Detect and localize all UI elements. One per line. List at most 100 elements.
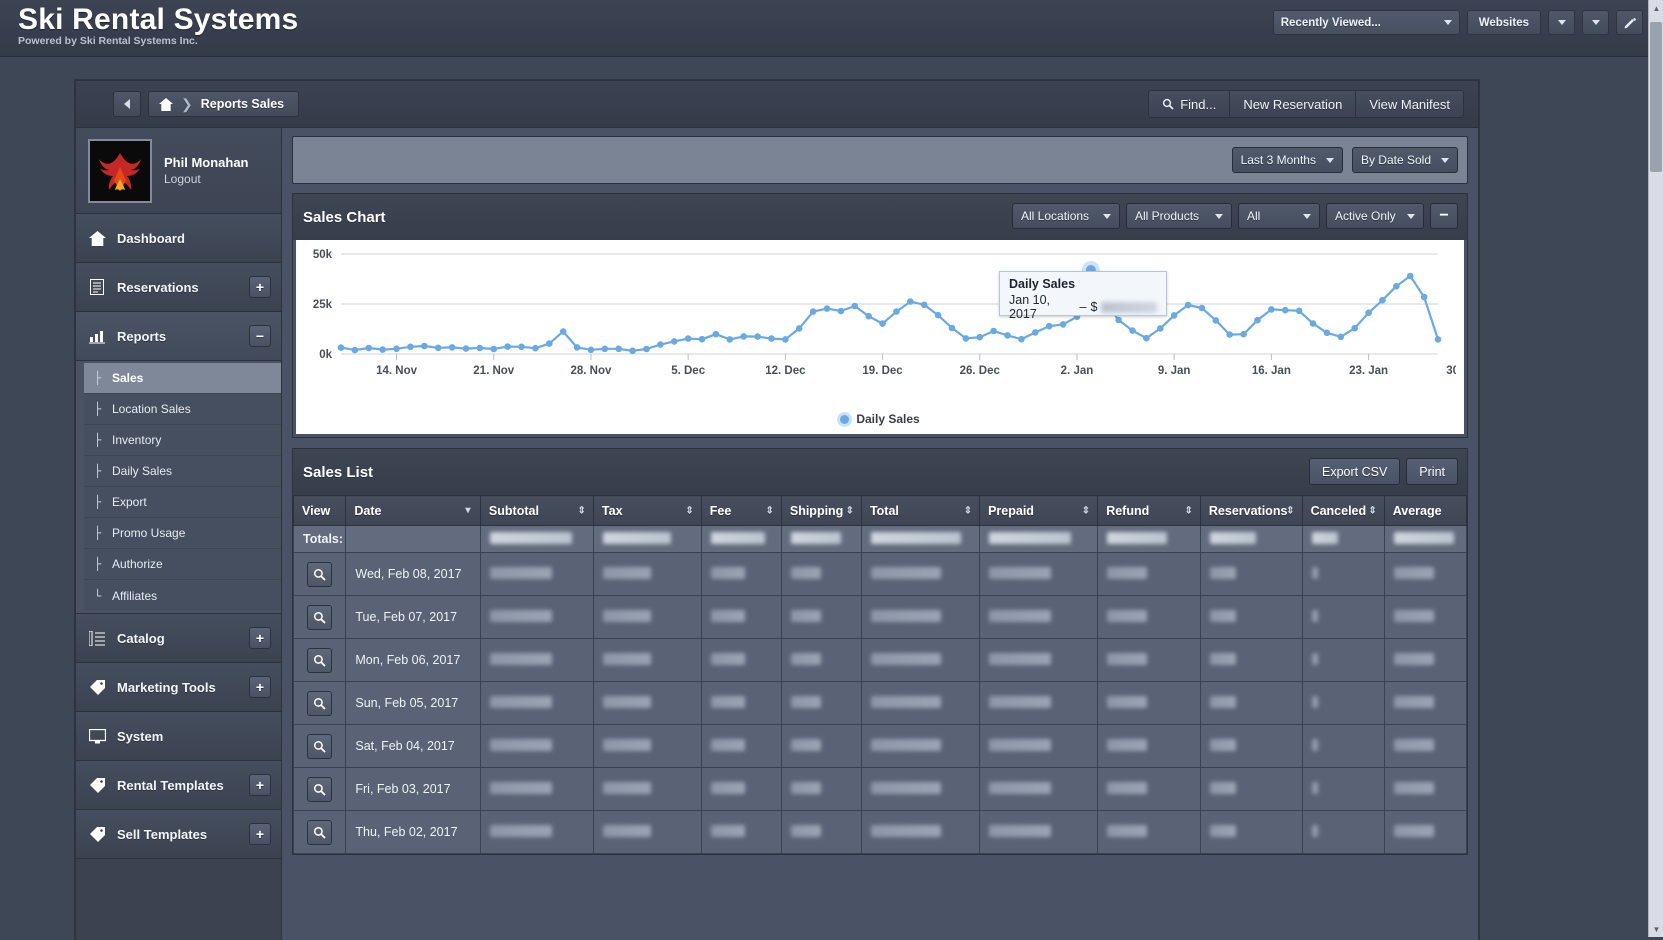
view-row-button[interactable] bbox=[307, 691, 332, 716]
redacted-value bbox=[1394, 739, 1434, 751]
view-row-button[interactable] bbox=[307, 648, 332, 673]
column-header-shipping[interactable]: Shipping⇕ bbox=[781, 496, 861, 526]
sidebar-item-daily-sales[interactable]: ├ Daily Sales bbox=[84, 456, 281, 487]
sidebar-item-system[interactable]: System bbox=[76, 712, 281, 761]
websites-dropdown-button[interactable] bbox=[1548, 10, 1575, 35]
redacted-value bbox=[711, 782, 745, 794]
view-row-button[interactable] bbox=[307, 777, 332, 802]
account-dropdown-button[interactable] bbox=[1582, 10, 1609, 35]
column-label: Canceled bbox=[1311, 504, 1367, 518]
redacted-value bbox=[791, 825, 821, 837]
column-header-view[interactable]: View bbox=[294, 496, 346, 526]
column-header-average[interactable]: Average bbox=[1384, 496, 1466, 526]
redacted-cell bbox=[1098, 725, 1201, 768]
submenu-label: Export bbox=[112, 495, 147, 509]
status-filter-select[interactable]: Active Only bbox=[1326, 203, 1424, 229]
new-reservation-button[interactable]: New Reservation bbox=[1230, 90, 1356, 118]
sales-chart-canvas[interactable]: 0k25k50k14. Nov21. Nov28. Nov5. Dec12. D… bbox=[296, 240, 1464, 434]
sidebar-item-location-sales[interactable]: ├ Location Sales bbox=[84, 394, 281, 425]
sidebar-item-sell-templates[interactable]: Sell Templates + bbox=[76, 810, 281, 859]
column-header-refund[interactable]: Refund⇕ bbox=[1098, 496, 1201, 526]
page-scrollbar[interactable]: ▲ ▼ bbox=[1648, 0, 1663, 937]
scroll-down-arrow-icon[interactable]: ▼ bbox=[1649, 921, 1663, 937]
view-row-button[interactable] bbox=[307, 820, 332, 845]
expand-catalog-button[interactable]: + bbox=[249, 627, 271, 649]
table-row[interactable]: Sat, Feb 04, 2017 bbox=[294, 725, 1467, 768]
column-header-total[interactable]: Total⇕ bbox=[861, 496, 979, 526]
redacted-cell bbox=[593, 768, 701, 811]
table-totals-row: Totals: bbox=[294, 526, 1467, 553]
avatar[interactable] bbox=[88, 139, 152, 203]
redacted-cell bbox=[1098, 811, 1201, 854]
column-header-canceled[interactable]: Canceled⇕ bbox=[1302, 496, 1384, 526]
expand-rental-templates-button[interactable]: + bbox=[249, 774, 271, 796]
column-header-date[interactable]: Date▼ bbox=[346, 496, 481, 526]
expand-marketing-tools-button[interactable]: + bbox=[249, 676, 271, 698]
print-button[interactable]: Print bbox=[1406, 458, 1458, 485]
expand-sell-templates-button[interactable]: + bbox=[249, 823, 271, 845]
redacted-value bbox=[989, 567, 1051, 579]
totals-value-cell bbox=[701, 526, 781, 553]
column-label: Tax bbox=[602, 504, 623, 518]
table-row[interactable]: Sun, Feb 05, 2017 bbox=[294, 682, 1467, 725]
table-row[interactable]: Thu, Feb 02, 2017 bbox=[294, 811, 1467, 854]
sidebar-item-catalog[interactable]: Catalog + bbox=[76, 614, 281, 663]
collapse-chart-button[interactable]: − bbox=[1430, 203, 1458, 229]
scrollbar-thumb[interactable] bbox=[1650, 22, 1662, 172]
date-range-select[interactable]: Last 3 Months bbox=[1232, 147, 1343, 173]
sidebar-item-sales[interactable]: ├ Sales bbox=[84, 363, 281, 394]
sidebar-item-authorize[interactable]: ├ Authorize bbox=[84, 549, 281, 580]
sidebar-item-reports[interactable]: Reports − bbox=[76, 312, 281, 361]
print-label: Print bbox=[1419, 465, 1445, 479]
websites-button[interactable]: Websites bbox=[1467, 10, 1541, 35]
table-row[interactable]: Tue, Feb 07, 2017 bbox=[294, 596, 1467, 639]
sidebar-item-export[interactable]: ├ Export bbox=[84, 487, 281, 518]
sidebar-item-affiliates[interactable]: └ Affiliates bbox=[84, 580, 281, 611]
expand-reservations-button[interactable]: + bbox=[249, 276, 271, 298]
view-row-button[interactable] bbox=[307, 605, 332, 630]
edit-button[interactable] bbox=[1616, 10, 1643, 35]
view-row-button[interactable] bbox=[307, 734, 332, 759]
table-row[interactable]: Wed, Feb 08, 2017 bbox=[294, 553, 1467, 596]
svg-text:28. Nov: 28. Nov bbox=[570, 365, 612, 377]
product-filter-select[interactable]: All Products bbox=[1126, 203, 1232, 229]
sidebar-item-rental-templates[interactable]: Rental Templates + bbox=[76, 761, 281, 810]
column-header-fee[interactable]: Fee⇕ bbox=[701, 496, 781, 526]
view-row-button[interactable] bbox=[307, 562, 332, 587]
sidebar-item-inventory[interactable]: ├ Inventory bbox=[84, 425, 281, 456]
column-header-tax[interactable]: Tax⇕ bbox=[593, 496, 701, 526]
view-manifest-button[interactable]: View Manifest bbox=[1356, 90, 1464, 118]
breadcrumb[interactable]: ❯ Reports Sales bbox=[148, 91, 299, 117]
tree-branch-icon: ├ bbox=[94, 495, 103, 509]
scroll-up-arrow-icon[interactable]: ▲ bbox=[1649, 0, 1663, 16]
column-header-reservations[interactable]: Reservations⇕ bbox=[1200, 496, 1302, 526]
sidebar-item-dashboard[interactable]: Dashboard bbox=[76, 214, 281, 263]
sidebar-item-marketing-tools[interactable]: Marketing Tools + bbox=[76, 663, 281, 712]
back-button[interactable] bbox=[113, 91, 141, 117]
sales-list-title: Sales List bbox=[303, 464, 373, 481]
tag-icon bbox=[88, 776, 106, 794]
redacted-cell bbox=[980, 768, 1098, 811]
column-header-prepaid[interactable]: Prepaid⇕ bbox=[980, 496, 1098, 526]
redacted-cell bbox=[593, 682, 701, 725]
sort-by-select[interactable]: By Date Sold bbox=[1352, 147, 1458, 173]
totals-value-cell bbox=[480, 526, 593, 553]
redacted-cell bbox=[1302, 553, 1384, 596]
table-row[interactable]: Fri, Feb 03, 2017 bbox=[294, 768, 1467, 811]
export-csv-button[interactable]: Export CSV bbox=[1309, 458, 1400, 485]
find-button[interactable]: Find... bbox=[1148, 90, 1230, 118]
redacted-cell bbox=[1384, 725, 1466, 768]
sort-icon: ⇕ bbox=[765, 505, 773, 516]
sidebar-item-promo-usage[interactable]: ├ Promo Usage bbox=[84, 518, 281, 549]
redacted-value bbox=[1107, 696, 1147, 708]
category-filter-select[interactable]: All bbox=[1238, 203, 1320, 229]
collapse-reports-button[interactable]: − bbox=[249, 325, 271, 347]
logout-link[interactable]: Logout bbox=[164, 172, 249, 186]
table-row[interactable]: Mon, Feb 06, 2017 bbox=[294, 639, 1467, 682]
recently-viewed-select[interactable]: Recently Viewed... bbox=[1273, 10, 1460, 35]
breadcrumb-path: Reports Sales bbox=[201, 97, 284, 111]
sidebar-item-reservations[interactable]: Reservations + bbox=[76, 263, 281, 312]
redacted-cell bbox=[980, 725, 1098, 768]
column-header-subtotal[interactable]: Subtotal⇕ bbox=[480, 496, 593, 526]
location-filter-select[interactable]: All Locations bbox=[1012, 203, 1120, 229]
